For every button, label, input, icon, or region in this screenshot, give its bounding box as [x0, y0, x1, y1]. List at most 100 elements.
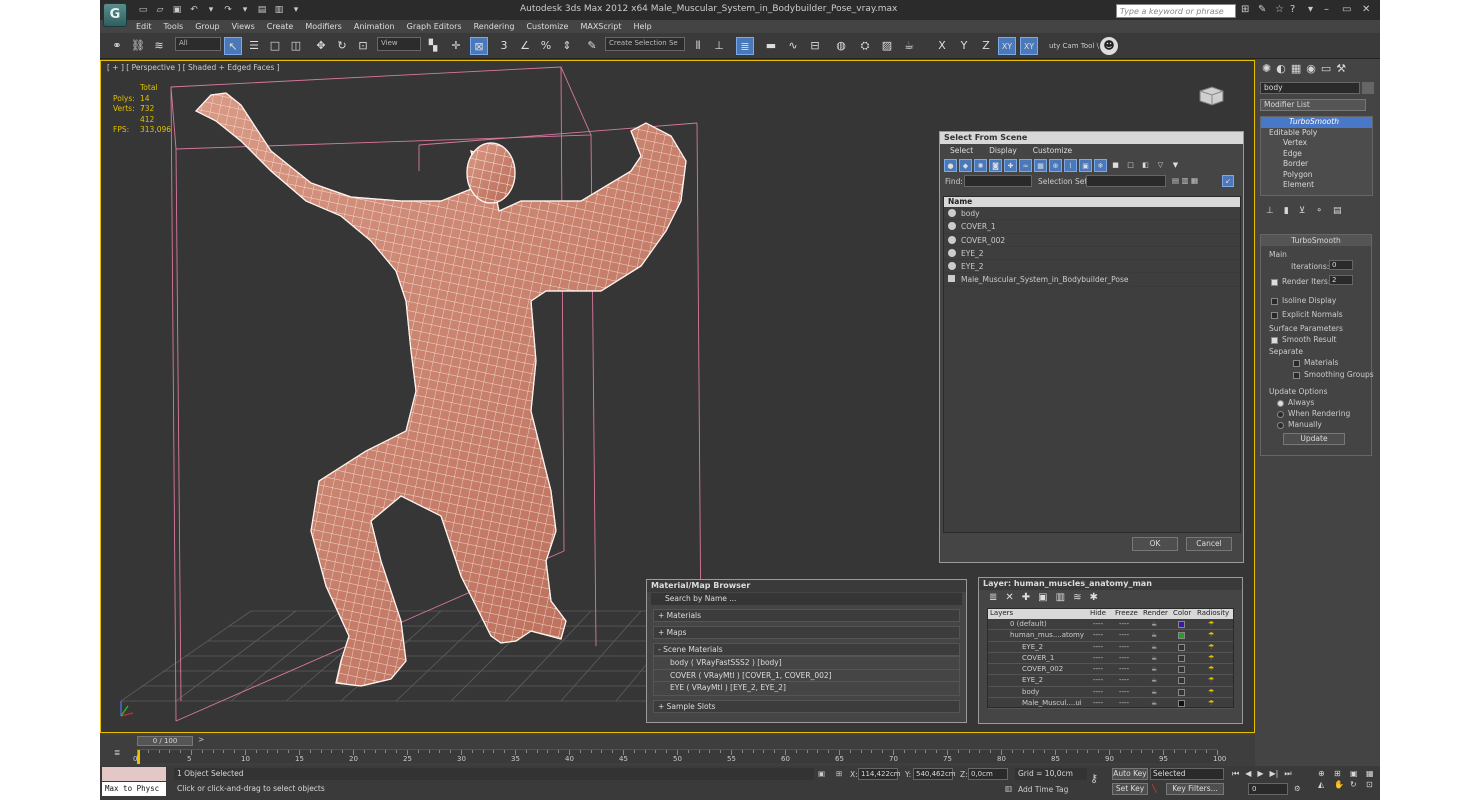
list-item[interactable]: COVER_002	[944, 234, 1240, 247]
perspective-viewport[interactable]: [ + ] [ Perspective ] [ Shaded + Edged F…	[100, 60, 1255, 733]
smoothing-groups-checkbox[interactable]: Smoothing Groups	[1293, 370, 1374, 379]
skull-icon[interactable]: ☻	[1100, 37, 1118, 55]
filter-frozen-icon[interactable]: ❄	[1094, 159, 1107, 172]
y-coordinate-field[interactable]: 540,462cm	[913, 768, 956, 780]
field-of-view-icon[interactable]: ◭	[1318, 780, 1332, 789]
link-icon[interactable]: ⚭	[108, 37, 126, 55]
rectangular-selection-icon[interactable]: □	[266, 37, 284, 55]
zoom-icon[interactable]: ⊕	[1318, 769, 1332, 778]
material-item[interactable]: COVER ( VRayMtl ) [COVER_1, COVER_002]	[654, 670, 959, 682]
restore-window-icon[interactable]: ▭	[1342, 4, 1351, 15]
freeze-toggle[interactable]: ----	[1119, 664, 1129, 675]
curve-editor-icon[interactable]: ∿	[784, 37, 802, 55]
list-item[interactable]: Male_Muscular_System_in_Bodybuilder_Pose	[944, 273, 1240, 287]
update-button[interactable]: Update	[1283, 433, 1345, 445]
menu-modifiers[interactable]: Modifiers	[299, 20, 348, 33]
freeze-toggle[interactable]: ----	[1119, 630, 1129, 641]
sfs-menu-display[interactable]: Display	[989, 146, 1017, 157]
freeze-toggle[interactable]: ----	[1119, 698, 1129, 709]
sfs-menu-select[interactable]: Select	[950, 146, 973, 157]
filter-spacewarps-icon[interactable]: ≈	[1019, 159, 1032, 172]
hide-toggle[interactable]: ----	[1093, 698, 1103, 709]
layer-name[interactable]: COVER_002	[1022, 664, 1063, 675]
hold-icon[interactable]: ▤	[255, 4, 269, 16]
redo-icon[interactable]: ↷	[221, 4, 235, 16]
materials-group[interactable]: + Materials	[653, 609, 960, 622]
render-iters-spinner[interactable]: 2	[1329, 275, 1353, 285]
isoline-display-checkbox[interactable]: Isoline Display	[1271, 296, 1336, 305]
rendered-frame-window-icon[interactable]: ▨	[878, 37, 896, 55]
list-item[interactable]: body	[944, 207, 1240, 221]
dialog-title[interactable]: Select From Scene	[940, 132, 1243, 144]
align-icon[interactable]: ⊥	[710, 37, 728, 55]
materials-checkbox[interactable]: Materials	[1293, 358, 1338, 367]
go-to-end-icon[interactable]: ⏭	[1284, 769, 1291, 779]
stack-item-edge[interactable]: Edge	[1261, 149, 1372, 160]
material-search-input[interactable]: Search by Name ...	[651, 593, 962, 605]
filter-lights-icon[interactable]: ✺	[974, 159, 987, 172]
time-tag-icon[interactable]: ▥	[1005, 784, 1012, 793]
radiosity-icon[interactable]: ☂	[1208, 642, 1214, 653]
radiosity-icon[interactable]: ☂	[1208, 630, 1214, 641]
hide-all-icon[interactable]: ≋	[1073, 592, 1081, 606]
track-bar-icon[interactable]: ≣	[114, 748, 120, 757]
layer-color-swatch[interactable]	[1178, 666, 1185, 674]
render-teapot-icon[interactable]: ☕	[1151, 687, 1157, 698]
x-coordinate-field[interactable]: 114,422cm	[858, 768, 901, 780]
layer-row[interactable]: Male_Muscul....ui ---- ---- ☕ ☂	[988, 698, 1233, 710]
percent-snap-icon[interactable]: %	[537, 37, 555, 55]
layer-name[interactable]: 0 (default)	[1010, 619, 1047, 630]
freeze-toggle[interactable]: ----	[1119, 642, 1129, 653]
create-tab-icon[interactable]: ✺	[1262, 62, 1271, 76]
binoculars-icon[interactable]: ⊞	[1241, 4, 1249, 15]
radiosity-icon[interactable]: ☂	[1208, 698, 1214, 709]
render-iters-checkbox[interactable]: Render Iters:	[1271, 277, 1330, 286]
list-item[interactable]: EYE_2	[944, 247, 1240, 261]
filter-containers-icon[interactable]: ▣	[1079, 159, 1092, 172]
menu-graph-editors[interactable]: Graph Editors	[401, 20, 468, 33]
axis-xy-cycle-button[interactable]: XY	[1020, 37, 1038, 55]
new-file-icon[interactable]: ▭	[136, 4, 150, 16]
layer-color-swatch[interactable]	[1178, 688, 1185, 696]
layer-name[interactable]: human_mus....atomy	[1010, 630, 1084, 641]
layers-header[interactable]: Layers	[988, 609, 1090, 619]
radiosity-icon[interactable]: ☂	[1208, 664, 1214, 675]
selection-set-icons[interactable]: ▤ ▥ ▦	[1172, 176, 1198, 185]
menu-tools[interactable]: Tools	[158, 20, 190, 33]
when-rendering-radio[interactable]: When Rendering	[1277, 409, 1350, 418]
display-tab-icon[interactable]: ▭	[1321, 62, 1331, 76]
set-keys-icon[interactable]: ╲	[1152, 784, 1157, 793]
modifier-list-dropdown[interactable]: Modifier List	[1260, 99, 1366, 111]
snaps-toggle-icon[interactable]: 3	[495, 37, 513, 55]
layer-name[interactable]: EYE_2	[1022, 675, 1043, 686]
stack-item-border[interactable]: Border	[1261, 159, 1372, 170]
current-frame-field[interactable]: 0	[1248, 783, 1288, 795]
select-object-icon[interactable]: ↖	[224, 37, 242, 55]
unlink-icon[interactable]: ⛓	[129, 37, 147, 55]
maps-group[interactable]: + Maps	[653, 626, 960, 639]
hide-toggle[interactable]: ----	[1093, 642, 1103, 653]
layer-row[interactable]: body ---- ---- ☕ ☂	[988, 687, 1233, 699]
delete-layer-icon[interactable]: ✕	[1005, 592, 1013, 606]
stack-item-editable-poly[interactable]: Editable Poly	[1261, 128, 1372, 139]
layer-color-swatch[interactable]	[1178, 700, 1185, 708]
communication-icon[interactable]: ✎	[1258, 4, 1266, 15]
keyboard-shortcut-override-icon[interactable]: ⊠	[470, 37, 488, 55]
render-teapot-icon[interactable]: ☕	[1151, 664, 1157, 675]
time-slider[interactable]: 0 / 100	[137, 736, 193, 746]
material-editor-icon[interactable]: ◍	[832, 37, 850, 55]
manually-radio[interactable]: Manually	[1277, 420, 1322, 429]
go-to-start-icon[interactable]: ⏮	[1232, 769, 1239, 779]
explicit-normals-checkbox[interactable]: Explicit Normals	[1271, 310, 1343, 319]
app-logo[interactable]: G	[103, 3, 127, 27]
render-teapot-icon[interactable]: ☕	[1151, 642, 1157, 653]
hide-toggle[interactable]: ----	[1093, 653, 1103, 664]
next-frame-icon[interactable]: >	[198, 735, 204, 744]
material-browser-title[interactable]: Material/Map Browser	[647, 580, 966, 592]
always-radio[interactable]: Always	[1277, 398, 1314, 407]
sample-slots-group[interactable]: + Sample Slots	[653, 699, 960, 713]
add-to-layer-icon[interactable]: ✚	[1022, 592, 1030, 606]
selection-filter-dropdown[interactable]: All	[175, 37, 221, 51]
object-name-field[interactable]: body	[1260, 82, 1360, 94]
list-item[interactable]: EYE_2	[944, 260, 1240, 274]
